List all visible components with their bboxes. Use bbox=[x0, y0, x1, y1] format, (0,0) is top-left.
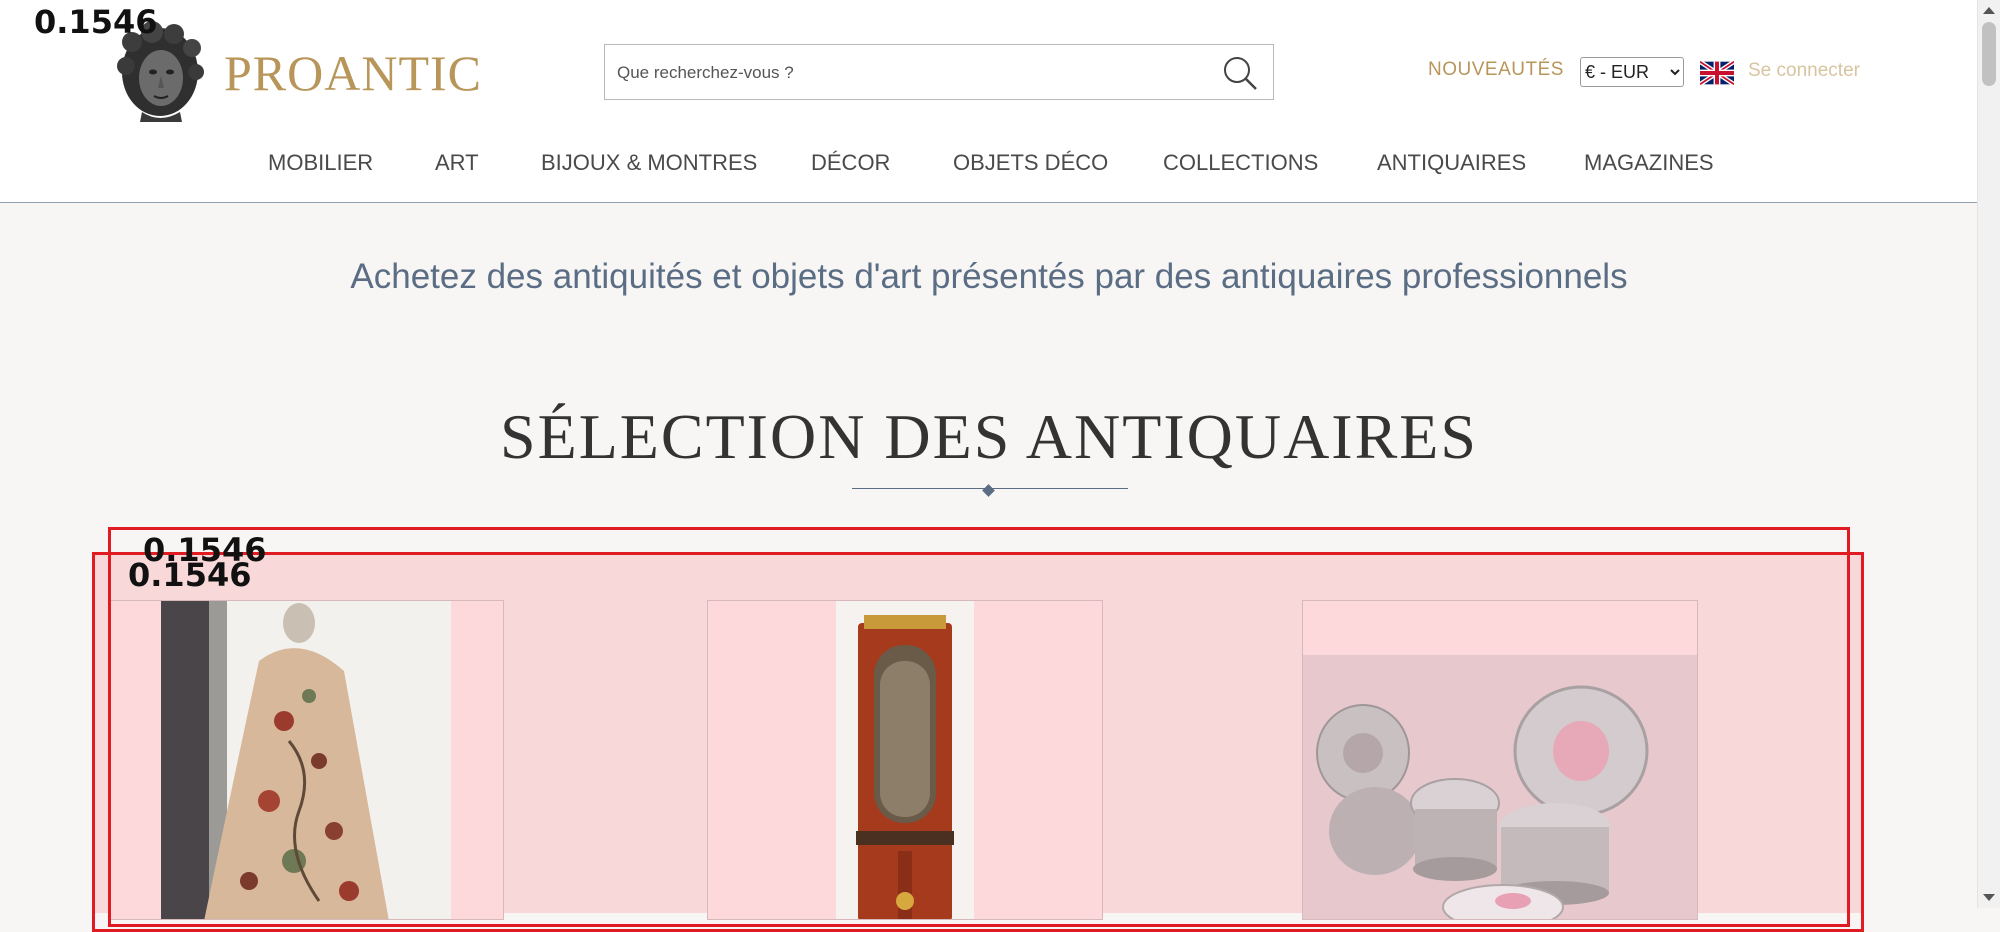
site-header: PROANTIC NOUVEAUTÉS € - EUR Se connecter… bbox=[0, 0, 1978, 203]
tagline: Achetez des antiquités et objets d'art p… bbox=[350, 257, 1628, 296]
nav-item-magazines[interactable]: MAGAZINES bbox=[1584, 150, 1714, 176]
scroll-down-icon[interactable] bbox=[1983, 894, 1995, 901]
nav-item-objets-deco[interactable]: OBJETS DÉCO bbox=[953, 150, 1108, 176]
score-label: 0.1546 bbox=[34, 3, 158, 41]
nouveautes-link[interactable]: NOUVEAUTÉS bbox=[1428, 59, 1564, 81]
search-input[interactable] bbox=[615, 55, 1199, 91]
currency-select[interactable]: € - EUR bbox=[1580, 57, 1684, 87]
section-title: SÉLECTION DES ANTIQUAIRES bbox=[500, 401, 1478, 472]
search-box bbox=[604, 44, 1274, 100]
detection-box-inner bbox=[92, 552, 1864, 932]
nav-item-bijoux-montres[interactable]: BIJOUX & MONTRES bbox=[541, 150, 757, 176]
nav-item-art[interactable]: ART bbox=[435, 150, 479, 176]
title-divider-diamond bbox=[982, 484, 995, 497]
nav-item-decor[interactable]: DÉCOR bbox=[811, 150, 890, 176]
page-scrollbar[interactable] bbox=[1977, 0, 2000, 908]
main-nav: MOBILIER ART BIJOUX & MONTRES DÉCOR OBJE… bbox=[0, 150, 1978, 180]
search-icon[interactable] bbox=[1221, 54, 1259, 92]
nav-item-mobilier[interactable]: MOBILIER bbox=[268, 150, 373, 176]
score-label: 0.1546 bbox=[128, 556, 252, 594]
scroll-up-icon[interactable] bbox=[1983, 7, 1995, 14]
logo-text[interactable]: PROANTIC bbox=[224, 44, 482, 102]
nav-item-antiquaires[interactable]: ANTIQUAIRES bbox=[1377, 150, 1526, 176]
nav-item-collections[interactable]: COLLECTIONS bbox=[1163, 150, 1318, 176]
scroll-thumb[interactable] bbox=[1982, 22, 1996, 86]
login-link[interactable]: Se connecter bbox=[1748, 60, 1860, 82]
uk-flag-icon[interactable] bbox=[1700, 61, 1734, 85]
